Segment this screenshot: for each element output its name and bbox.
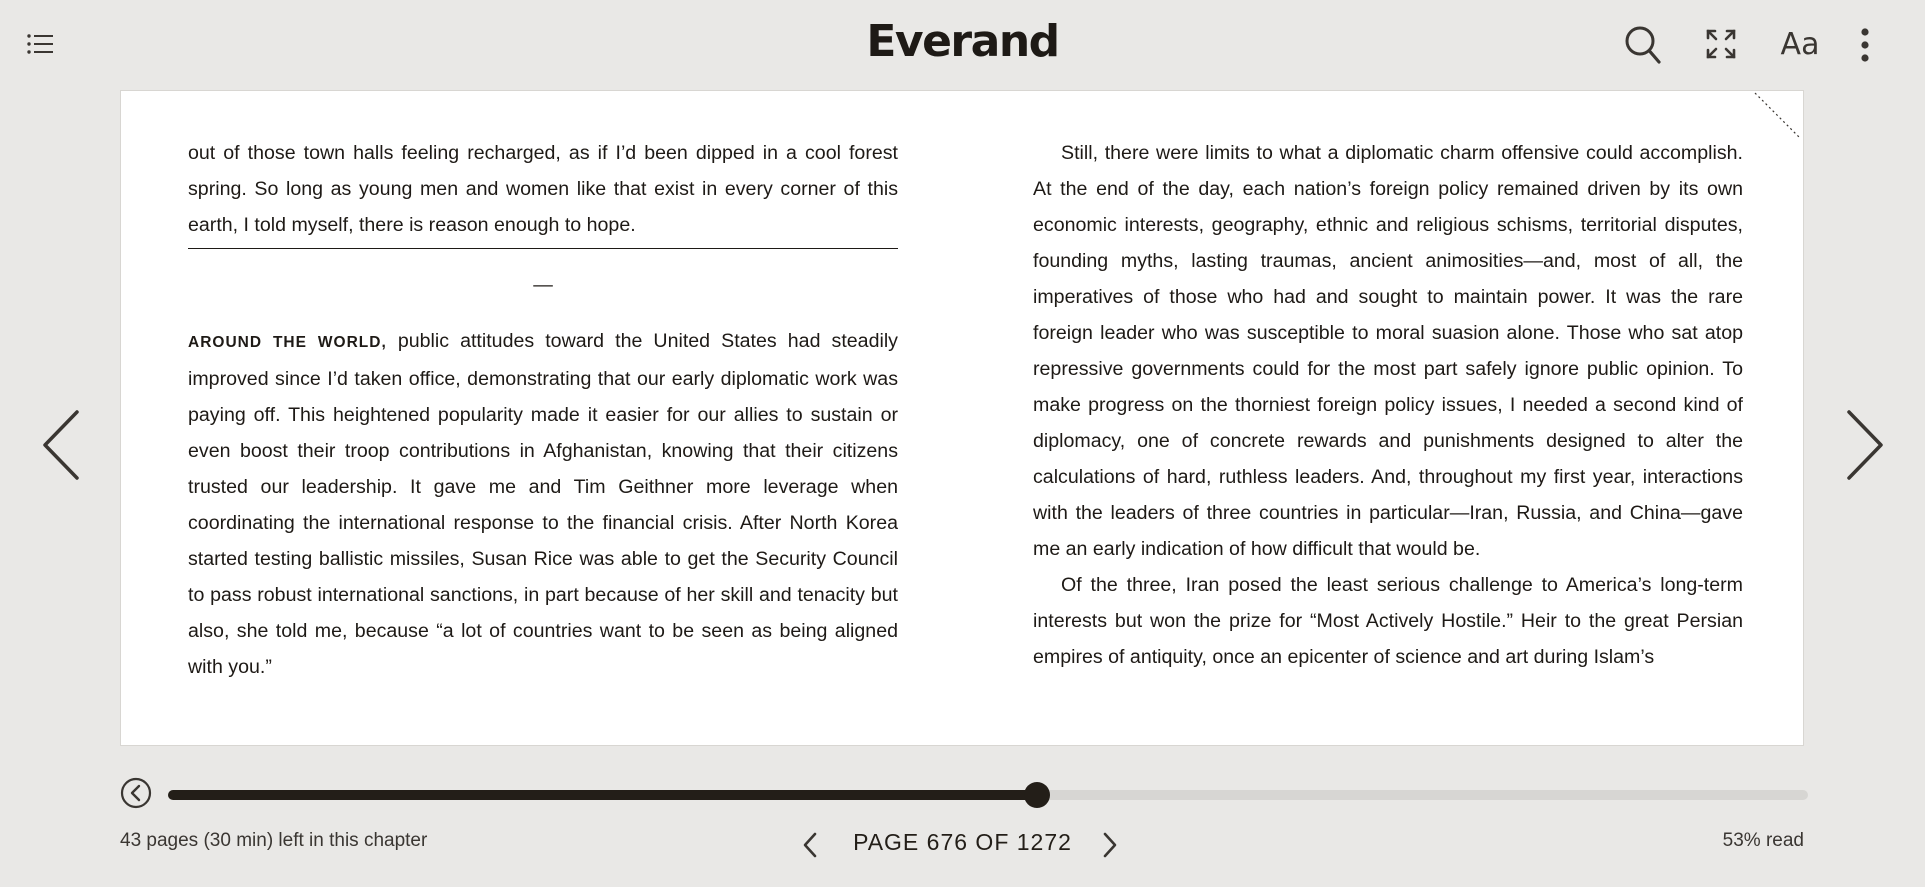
font-settings-button[interactable]: Aa — [1776, 22, 1824, 66]
top-toolbar: Everand Aa — [0, 0, 1925, 90]
progress-thumb[interactable] — [1024, 782, 1051, 808]
circle-chevron-left-icon — [120, 777, 152, 809]
page-number-label: PAGE 676 OF 1272 — [853, 829, 1072, 855]
chevron-left-icon — [43, 410, 79, 480]
progress-fill — [168, 790, 1038, 800]
left-page: out of those town halls feeling recharge… — [188, 135, 898, 685]
reading-progress-slider[interactable] — [168, 782, 1808, 808]
previous-page-arrow[interactable] — [36, 405, 86, 485]
section-separator: — — [533, 274, 553, 296]
return-to-position-button[interactable] — [120, 777, 152, 809]
page-back-button[interactable] — [790, 828, 830, 862]
section-rule — [188, 248, 898, 249]
left-paragraph-2-body: public attitudes toward the United State… — [188, 330, 898, 678]
more-options-button[interactable] — [1850, 22, 1880, 68]
search-button[interactable] — [1622, 22, 1664, 68]
fullscreen-button[interactable] — [1702, 24, 1740, 64]
chevron-left-icon — [803, 832, 817, 858]
fullscreen-icon — [1706, 29, 1736, 59]
bookmark-corner[interactable] — [1753, 91, 1803, 141]
page-forward-button[interactable] — [1090, 828, 1130, 862]
left-paragraph-1: out of those town halls feeling recharge… — [188, 142, 898, 236]
percent-read-text: 53% read — [1722, 830, 1804, 851]
chevron-right-icon — [1103, 832, 1117, 858]
right-paragraph-2: Of the three, Iran posed the least serio… — [1033, 574, 1743, 668]
left-paragraph-2: AROUND THE WORLD, public attitudes towar… — [188, 323, 898, 685]
next-page-arrow[interactable] — [1840, 405, 1890, 485]
right-page: Still, there were limits to what a diplo… — [1033, 135, 1743, 675]
font-settings-icon: Aa — [1780, 26, 1820, 62]
chapter-remaining-text: 43 pages (30 min) left in this chapter — [120, 830, 428, 851]
section-lead-in: AROUND THE WORLD, — [188, 334, 387, 351]
more-vertical-icon — [1861, 28, 1869, 62]
right-paragraph-1: Still, there were limits to what a diplo… — [1033, 142, 1743, 560]
bookmark-corner-icon — [1754, 92, 1800, 138]
search-icon — [1625, 26, 1661, 64]
chevron-right-icon — [1847, 410, 1883, 480]
page-navigator: PAGE 676 OF 1272 — [790, 822, 1135, 866]
book-spread: out of those town halls feeling recharge… — [120, 90, 1804, 746]
